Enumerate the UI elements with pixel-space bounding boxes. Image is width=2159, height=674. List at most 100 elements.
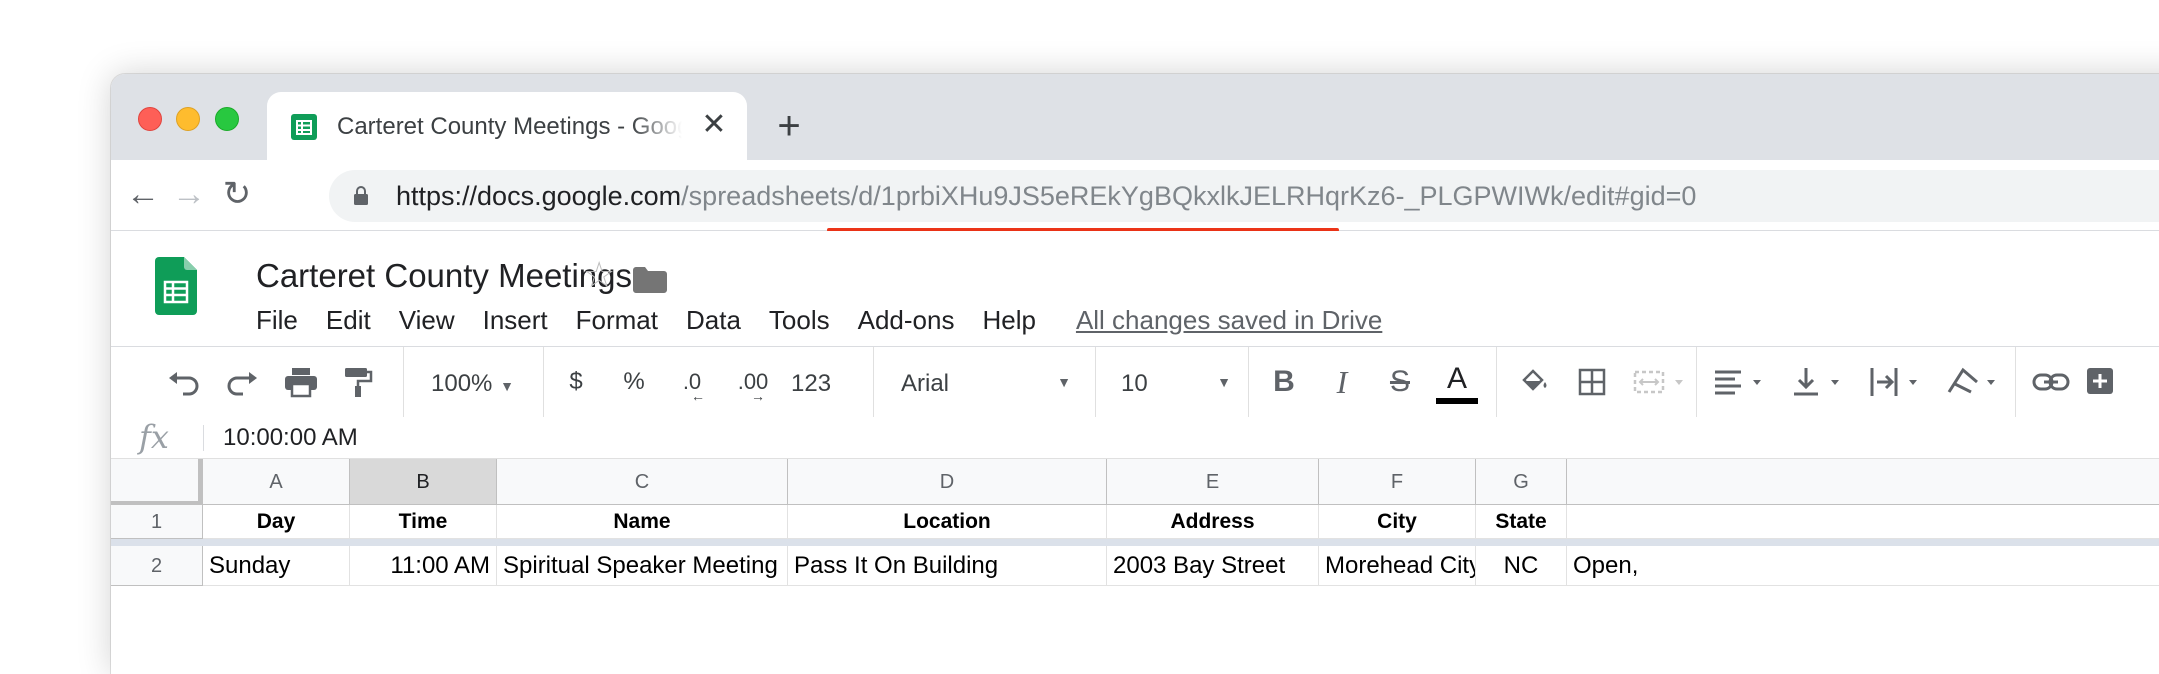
row-header-1[interactable]: 1 [111,505,203,539]
column-header-c[interactable]: C [497,459,788,505]
new-tab-button[interactable]: + [769,106,809,146]
column-header-h[interactable] [1567,459,2159,505]
folder-icon[interactable] [633,267,667,293]
formula-input[interactable]: 10:00:00 AM [223,421,358,455]
redo-icon[interactable] [223,364,261,400]
decrease-decimal-button[interactable]: .0 ← [677,364,707,404]
italic-button[interactable]: I [1325,364,1359,400]
font-size-select[interactable]: 10 ▼ [1121,364,1231,400]
address-bar[interactable]: https://docs.google.com/spreadsheets/d/1… [329,170,2159,222]
reload-button[interactable]: ↻ [217,174,257,214]
cell-a2[interactable]: Sunday [203,546,350,586]
minimize-window-button[interactable] [176,107,200,131]
column-header-a[interactable]: A [203,459,350,505]
cell-h1[interactable] [1567,505,2159,539]
text-wrap-icon[interactable] [1867,364,1927,400]
formula-separator [203,425,204,451]
column-header-f[interactable]: F [1319,459,1476,505]
row-header-2[interactable]: 2 [111,546,203,586]
toolbar-separator [1696,347,1697,417]
cell-e1[interactable]: Address [1107,505,1319,539]
column-header-e[interactable]: E [1107,459,1319,505]
column-header-g[interactable]: G [1476,459,1567,505]
document-title[interactable]: Carteret County Meetings [256,256,632,296]
tab-close-icon[interactable]: ✕ [697,108,731,142]
cell-d2[interactable]: Pass It On Building [788,546,1107,586]
paint-format-icon[interactable] [341,364,375,400]
browser-tab[interactable]: Carteret County Meetings - Google Sheets… [267,92,747,160]
vertical-align-icon[interactable] [1789,364,1849,400]
menu-help[interactable]: Help [982,303,1035,337]
toolbar-separator [873,347,874,417]
column-header-d[interactable]: D [788,459,1107,505]
cell-b1[interactable]: Time [350,505,497,539]
tab-strip: Carteret County Meetings - Google Sheets… [111,74,2159,160]
toolbar-separator [1095,347,1096,417]
menu-insert[interactable]: Insert [483,303,548,337]
menu-addons[interactable]: Add-ons [858,303,955,337]
cell-f1[interactable]: City [1319,505,1476,539]
cell-e2[interactable]: 2003 Bay Street [1107,546,1319,586]
text-color-swatch [1436,398,1478,404]
undo-icon[interactable] [165,364,203,400]
more-formats-label: 123 [791,370,832,397]
currency-format-button[interactable]: $ [561,364,591,400]
maximize-window-button[interactable] [215,107,239,131]
cell-c2[interactable]: Spiritual Speaker Meeting [497,546,788,586]
frozen-row-divider[interactable] [111,539,2159,546]
menu-bar: File Edit View Insert Format Data Tools Add-ons… [256,303,1382,337]
font-select[interactable]: Arial ▼ [901,364,1071,400]
star-icon[interactable]: ☆ [583,255,615,295]
print-icon[interactable] [281,364,321,400]
back-button[interactable]: ← [123,174,163,214]
cell-a1[interactable]: Day [203,505,350,539]
cell-h2[interactable]: Open, [1567,546,2159,586]
menu-data[interactable]: Data [686,303,741,337]
column-header-b[interactable]: B [350,459,497,505]
url-path: /spreadsheets/d/1prbiXHu9JS5eREkYgBQkxlk… [681,181,1697,211]
insert-comment-icon[interactable] [2083,364,2117,400]
menu-edit[interactable]: Edit [326,303,371,337]
zoom-select[interactable]: 100% ▼ [431,364,521,400]
percent-format-button[interactable]: % [619,364,649,400]
tab-title: Carteret County Meetings - Google Sheets [337,113,682,140]
borders-icon[interactable] [1575,364,1609,400]
merge-cells-icon[interactable] [1631,364,1691,400]
menu-view[interactable]: View [399,303,455,337]
sheets-logo-icon[interactable] [155,257,197,315]
menu-tools[interactable]: Tools [769,303,830,337]
cell-d1[interactable]: Location [788,505,1107,539]
cell-c1[interactable]: Name [497,505,788,539]
insert-link-icon[interactable] [2031,364,2071,400]
toolbar-separator [543,347,544,417]
url-text[interactable]: https://docs.google.com/spreadsheets/d/1… [396,179,1696,213]
strikethrough-button[interactable]: S [1383,364,1417,400]
toolbar-separator [1248,347,1249,417]
increase-decimal-button[interactable]: .00 → [733,364,773,404]
more-formats-button[interactable]: 123 ▼ [791,364,851,432]
lock-icon [354,186,368,205]
text-color-button[interactable]: A [1436,364,1478,404]
tab-title-fade [632,110,682,144]
close-window-button[interactable] [138,107,162,131]
arrow-left-icon: ← [691,388,705,404]
menu-format[interactable]: Format [576,303,658,337]
fill-color-icon[interactable] [1516,364,1550,400]
toolbar-separator [2015,347,2016,417]
font-size-value: 10 [1121,370,1148,397]
cell-g2[interactable]: NC [1476,546,1567,586]
save-status-link[interactable]: All changes saved in Drive [1076,303,1382,337]
horizontal-align-icon[interactable] [1711,364,1771,400]
cell-f2[interactable]: Morehead City [1319,546,1476,586]
text-rotation-icon[interactable] [1945,364,2005,400]
forward-button[interactable]: → [169,174,209,214]
bold-button[interactable]: B [1267,364,1301,400]
cell-b2[interactable]: 11:00 AM [350,546,497,586]
formula-bar: fx 10:00:00 AM [111,417,2159,459]
chevron-down-icon: ▼ [1217,374,1231,390]
browser-window: Carteret County Meetings - Google Sheets… [111,74,2159,674]
chevron-down-icon: ▼ [1057,374,1071,390]
menu-file[interactable]: File [256,303,298,337]
cell-g1[interactable]: State [1476,505,1567,539]
select-all-corner[interactable] [111,459,203,505]
